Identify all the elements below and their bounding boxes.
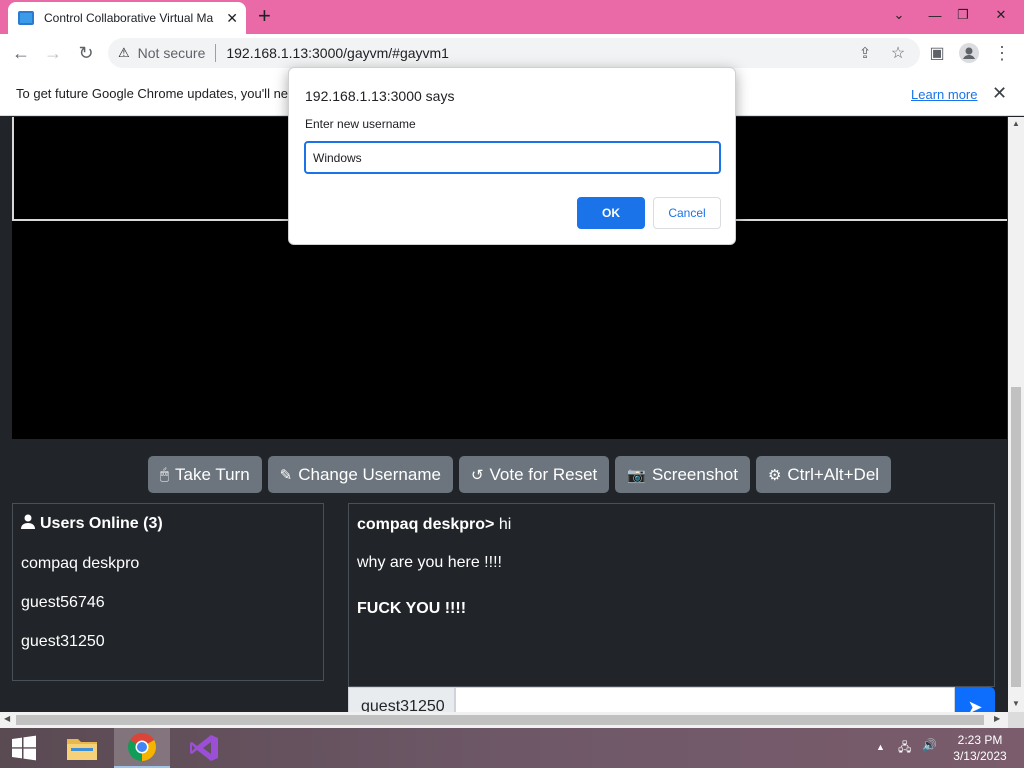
chat-panel: compaq deskpro> hi why are you here !!!!… — [348, 503, 995, 687]
vertical-scroll-thumb[interactable] — [1011, 387, 1021, 687]
change-username-label: Change Username — [298, 464, 441, 484]
learn-more-link[interactable]: Learn more — [911, 87, 977, 102]
ok-button[interactable]: OK — [577, 197, 645, 229]
tab-bar: Control Collaborative Virtual Ma ✕ + ⌄ —… — [0, 0, 1024, 34]
new-tab-button[interactable]: + — [258, 5, 271, 27]
dialog-title: 192.168.1.13:3000 says — [305, 88, 455, 104]
mouse-icon: 🖱 — [160, 466, 170, 483]
username-input[interactable] — [304, 141, 721, 174]
reload-icon[interactable]: ↻ — [73, 41, 99, 65]
vm-control-buttons: 🖱 Take Turn ✎ Change Username ↺ Vote for… — [148, 456, 892, 493]
back-icon[interactable]: ← — [8, 41, 34, 65]
warning-icon[interactable]: ⚠ — [118, 45, 130, 61]
scroll-right-icon[interactable]: ▶ — [994, 714, 1000, 723]
gear-icon: ⚙ — [767, 466, 782, 484]
window-close-button[interactable]: ✕ — [984, 0, 1018, 30]
security-label[interactable]: Not secure — [138, 45, 206, 61]
chat-text: hi — [494, 516, 512, 533]
menu-icon[interactable]: ⋮ — [989, 41, 1015, 65]
clock-date: 3/13/2023 — [953, 749, 1007, 763]
clock-time: 2:23 PM — [957, 733, 1003, 747]
scroll-left-icon[interactable]: ◀ — [4, 714, 10, 723]
chat-username-label: guest31250 — [348, 687, 455, 712]
chat-message: compaq deskpro> hi — [357, 516, 986, 534]
tab-close-icon[interactable]: ✕ — [226, 10, 238, 27]
chat-message: why are you here !!!! — [357, 554, 986, 572]
take-turn-label: Take Turn — [175, 464, 250, 484]
ctrl-alt-del-button[interactable]: ⚙ Ctrl+Alt+Del — [755, 456, 892, 493]
scroll-down-icon[interactable]: ▼ — [1012, 699, 1020, 708]
users-online-panel: Users Online (3) compaq deskpro guest567… — [12, 503, 324, 681]
dialog-prompt: Enter new username — [305, 117, 416, 131]
scroll-up-icon[interactable]: ▲ — [1012, 119, 1020, 128]
horizontal-scrollbar[interactable]: ◀ ▶ — [0, 712, 1008, 728]
file-explorer-icon[interactable] — [54, 728, 110, 768]
infobar-close-icon[interactable]: ✕ — [992, 83, 1007, 104]
browser-tab[interactable]: Control Collaborative Virtual Ma ✕ — [8, 2, 246, 34]
tray-chevron-icon[interactable]: ▲ — [876, 742, 885, 752]
bookmark-star-icon[interactable]: ☆ — [885, 41, 911, 65]
user-list: compaq deskpro guest56746 guest31250 — [21, 555, 315, 651]
vote-reset-button[interactable]: ↺ Vote for Reset — [458, 456, 610, 493]
taskbar: ▲ 🖧 🔊 2:23 PM 3/13/2023 — [0, 728, 1024, 768]
horizontal-scroll-thumb[interactable] — [16, 715, 984, 725]
user-list-item[interactable]: guest56746 — [21, 594, 315, 612]
screenshot-button[interactable]: 📷 Screenshot — [615, 456, 750, 493]
chrome-icon[interactable] — [114, 728, 170, 768]
monitor-icon — [18, 11, 34, 25]
infobar-text: To get future Google Chrome updates, you… — [16, 86, 289, 101]
chat-message-input[interactable] — [455, 687, 955, 712]
forward-icon[interactable]: → — [40, 41, 66, 65]
tab-title: Control Collaborative Virtual Ma — [44, 11, 214, 25]
share-icon[interactable]: ⇪ — [852, 41, 878, 65]
take-turn-button[interactable]: 🖱 Take Turn — [148, 456, 262, 493]
user-list-item[interactable]: compaq deskpro — [21, 555, 315, 573]
user-edit-icon: ✎ — [279, 466, 293, 484]
volume-icon[interactable]: 🔊 — [922, 738, 937, 752]
change-username-button[interactable]: ✎ Change Username — [267, 456, 453, 493]
vote-reset-label: Vote for Reset — [489, 464, 598, 484]
users-online-label: Users Online (3) — [40, 515, 163, 532]
screenshot-label: Screenshot — [651, 464, 738, 484]
taskbar-clock[interactable]: 2:23 PM 3/13/2023 — [950, 732, 1010, 764]
user-icon — [21, 514, 35, 534]
chat-sender: compaq deskpro> — [357, 516, 495, 533]
visual-studio-icon[interactable] — [176, 728, 232, 768]
ctrl-alt-del-label: Ctrl+Alt+Del — [787, 464, 880, 484]
chat-text: why are you here !!!! — [357, 554, 502, 571]
url-text[interactable]: 192.168.1.13:3000/gayvm/#gayvm1 — [226, 45, 449, 61]
scrollbar-corner — [1008, 712, 1024, 728]
vertical-scrollbar[interactable]: ▲ ▼ — [1008, 117, 1024, 712]
chat-message: FUCK YOU !!!! — [357, 600, 986, 618]
tab-search-icon[interactable]: ⌄ — [882, 0, 916, 30]
windows-start-icon[interactable] — [0, 728, 48, 768]
prompt-dialog: 192.168.1.13:3000 says Enter new usernam… — [288, 67, 736, 245]
profile-icon[interactable] — [956, 41, 982, 65]
chat-input-group: guest31250 ➤ — [348, 687, 995, 712]
network-icon[interactable]: 🖧 — [898, 738, 911, 759]
camera-icon: 📷 — [627, 466, 646, 484]
side-panel-icon[interactable]: ▣ — [924, 41, 950, 65]
users-online-title: Users Online (3) — [21, 514, 315, 534]
address-bar[interactable]: ⚠ Not secure 192.168.1.13:3000/gayvm/#ga… — [108, 38, 920, 68]
chat-text: FUCK YOU !!!! — [357, 600, 467, 617]
cancel-button[interactable]: Cancel — [653, 197, 721, 229]
user-list-item[interactable]: guest31250 — [21, 633, 315, 651]
send-icon[interactable]: ➤ — [955, 687, 995, 712]
restore-button[interactable]: ❐ — [946, 0, 980, 30]
omnibox-divider — [215, 44, 217, 62]
rotate-left-icon: ↺ — [470, 466, 484, 484]
